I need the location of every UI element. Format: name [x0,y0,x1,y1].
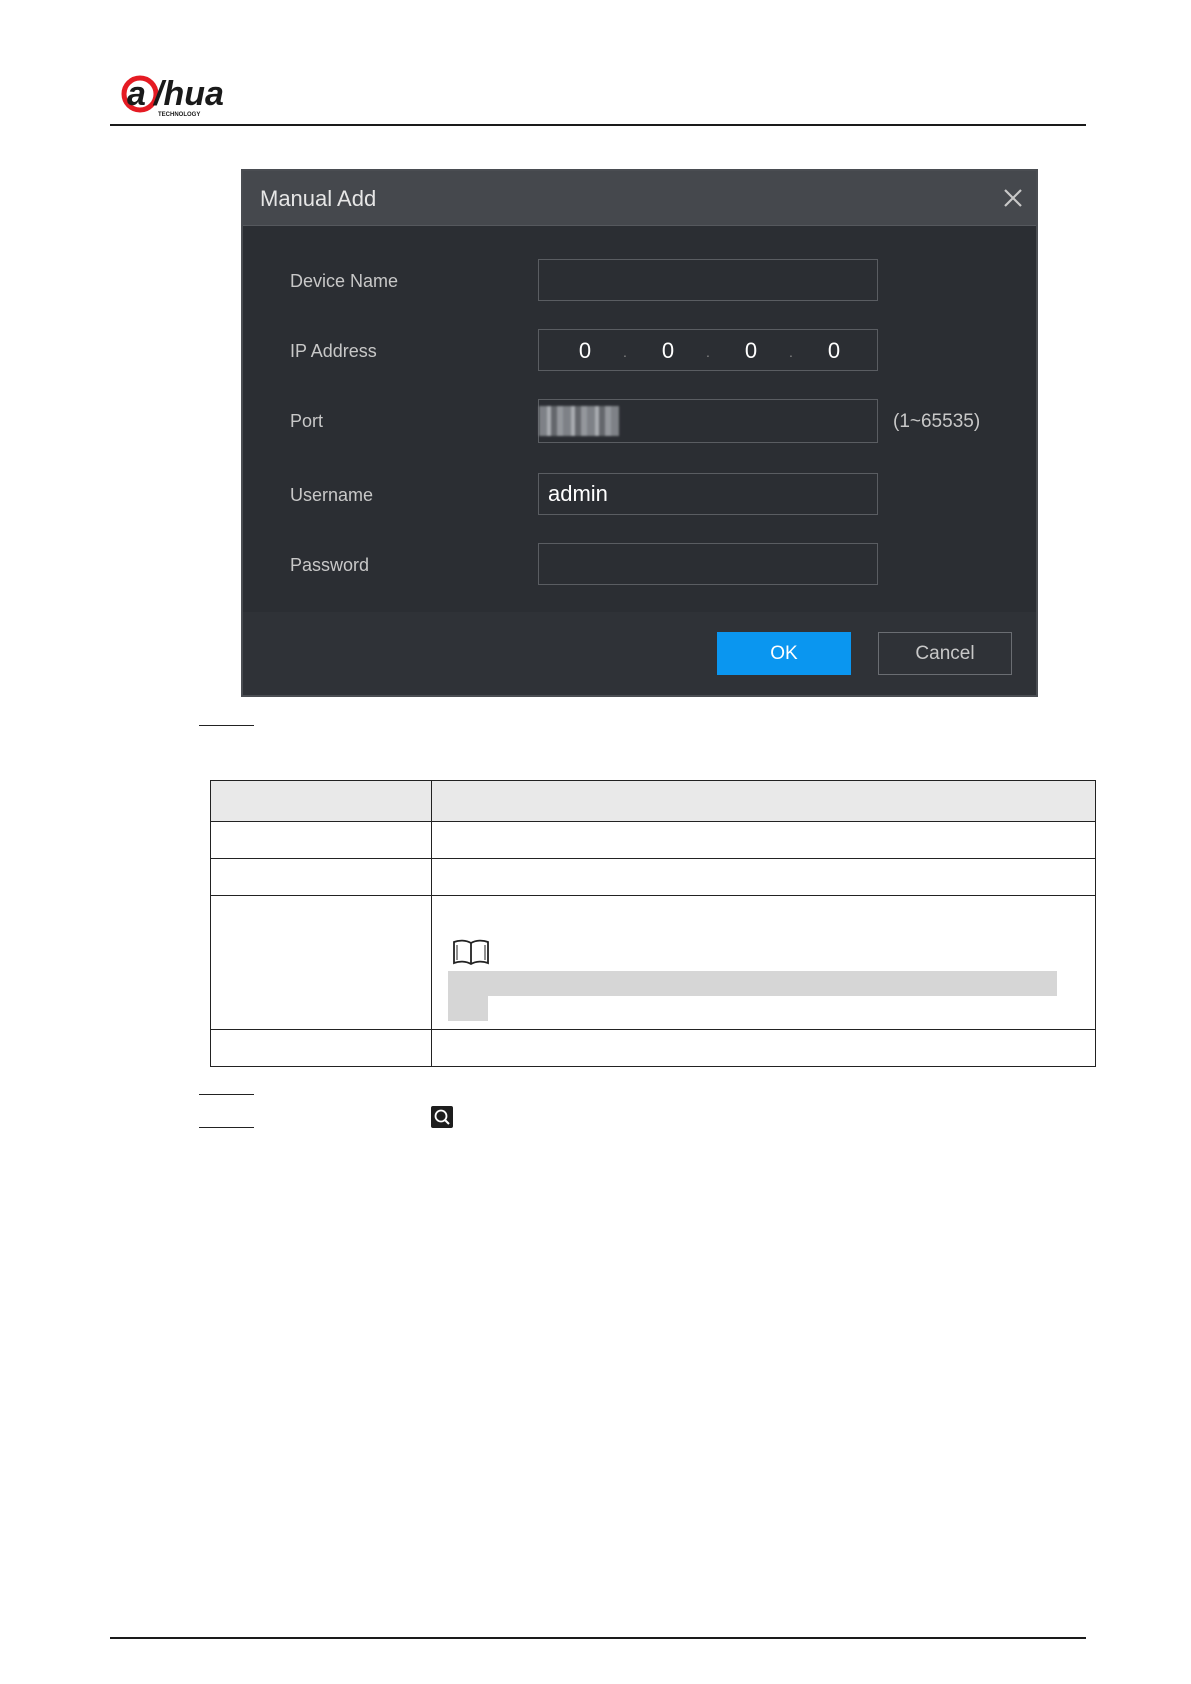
table-cell [210,895,432,1030]
book-icon [453,939,489,966]
dialog-footer: OK Cancel [243,612,1036,695]
username-input[interactable] [538,473,878,515]
password-row: Password [243,543,1036,587]
ip-octet-3[interactable]: 0 [731,338,771,364]
table-row [210,1029,1096,1067]
port-row: Port (1~65535) [243,399,1036,443]
table-cell [210,1029,432,1067]
table-header-row [210,780,1096,822]
ip-octet-2[interactable]: 0 [648,338,688,364]
ip-octet-1[interactable]: 0 [565,338,605,364]
dialog-header: Manual Add [243,171,1036,226]
password-input[interactable] [538,543,878,585]
table-row [210,895,1096,1030]
port-input[interactable] [538,399,878,443]
username-row: Username [243,473,1036,517]
table-header-cell [431,780,1096,822]
port-value-redacted [539,406,619,436]
ok-button[interactable]: OK [717,632,851,675]
search-icon [431,1106,453,1128]
table-cell [210,821,432,859]
port-range-hint: (1~65535) [893,411,981,432]
table-row [210,858,1096,896]
note-cell [431,895,1096,1030]
ip-address-row: IP Address 0 . 0 . 0 . 0 [243,329,1036,373]
note-text-highlight [448,971,1057,996]
ip-dot: . [789,344,793,360]
device-name-input[interactable] [538,259,878,301]
close-icon[interactable] [1002,187,1024,209]
manual-add-dialog: Manual Add Device Name IP Address 0 . 0 … [241,169,1038,697]
username-label: Username [290,485,374,505]
cancel-button[interactable]: Cancel [878,632,1012,675]
port-label: Port [290,411,324,431]
table-header-cell [210,780,432,822]
device-name-row: Device Name [243,259,1036,303]
ip-dot: . [623,344,627,360]
device-name-label: Device Name [290,271,399,291]
table-row [210,821,1096,859]
svg-text:a: a [127,75,146,113]
table-cell [431,821,1096,859]
ip-address-input[interactable]: 0 . 0 . 0 . 0 [538,329,878,371]
note-text-highlight [448,996,488,1021]
svg-text:TECHNOLOGY: TECHNOLOGY [158,112,200,118]
footer-rule [110,1637,1086,1639]
password-label: Password [290,555,370,575]
ip-octet-4[interactable]: 0 [814,338,854,364]
parameter-table [210,780,1096,1067]
dialog-title: Manual Add [260,186,377,211]
logo-mark: a /hua TECHNOLOGY [121,75,224,118]
step-marker [199,1127,254,1128]
step-marker [199,1094,254,1095]
ip-dot: . [706,344,710,360]
header-rule [110,124,1086,126]
table-cell [431,1029,1096,1067]
table-cell [210,858,432,896]
ip-address-label: IP Address [290,341,377,361]
step-marker [199,725,254,726]
svg-text:/hua: /hua [152,75,224,113]
table-cell [431,858,1096,896]
dahua-logo: a /hua TECHNOLOGY [120,70,260,120]
